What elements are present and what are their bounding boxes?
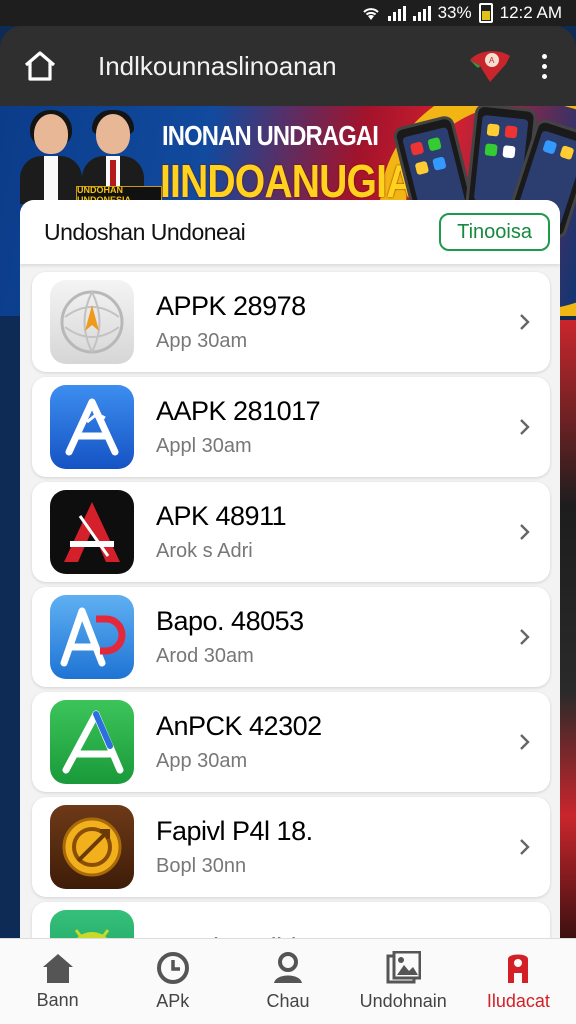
list-item[interactable]: Bapo. 48053 Arod 30am: [32, 587, 550, 687]
list-item[interactable]: APPK 28978 App 30am: [32, 272, 550, 372]
more-options-button[interactable]: [532, 46, 556, 86]
apk-name: Bapo. 48053: [156, 606, 304, 636]
nav-item-chat[interactable]: Chau: [230, 939, 345, 1024]
chevron-right-icon: [514, 416, 536, 438]
home-outline-icon: [24, 51, 56, 81]
nav-label: APk: [156, 991, 190, 1011]
apk-name: Fapivl P4l 18.: [156, 816, 313, 846]
list-item-text: AAPK 281017 Appl 30am: [156, 396, 514, 458]
person-figure: [20, 110, 82, 204]
list-item[interactable]: AnPCK 42302 App 30am: [32, 692, 550, 792]
status-bar: 33% 12:2 AM: [0, 0, 576, 26]
list-item-text: Fapivl P4l 18. Bopl 30nn: [156, 816, 514, 878]
nav-label: Bann: [36, 990, 79, 1010]
nav-label: Undohnain: [359, 991, 447, 1011]
status-time: 12:2 AM: [499, 3, 562, 22]
signal-icon-2: [412, 5, 431, 21]
app-bar: Indlkounnaslinoanan A: [0, 26, 576, 106]
svg-text:A: A: [489, 56, 495, 65]
nav-item-gallery[interactable]: Undohnain: [346, 939, 461, 1024]
banner-headline: INONAN UNDRAGAI: [162, 120, 379, 151]
app-logo[interactable]: A: [468, 44, 512, 88]
apk-panel: Undoshan Undoneai Tinooisa APPK 28978 Ap…: [20, 200, 560, 960]
apk-subtitle: Bopl 30nn: [156, 855, 247, 877]
chevron-right-icon: [514, 836, 536, 858]
list-item-text: AnPCK 42302 App 30am: [156, 711, 514, 773]
chevron-right-icon: [514, 521, 536, 543]
flag-icon: [508, 954, 529, 983]
apk-subtitle: Appl 30am: [156, 435, 252, 457]
dot-icon: [541, 63, 547, 69]
list-item[interactable]: AAPK 281017 Appl 30am: [32, 377, 550, 477]
wifi-icon: [362, 8, 379, 20]
list-item[interactable]: APK 48911 Arok s Adri: [32, 482, 550, 582]
home-icon: [42, 954, 73, 983]
person-icon: [274, 952, 302, 983]
panel-title: Undoshan Undoneai: [44, 218, 246, 245]
chevron-right-icon: [514, 731, 536, 753]
apk-name: AnPCK 42302: [156, 711, 322, 741]
chevron-right-icon: [514, 311, 536, 333]
list-item-text: APPK 28978 App 30am: [156, 291, 514, 353]
target-coin-icon: [50, 805, 134, 889]
dot-icon: [541, 53, 547, 59]
apk-subtitle: Arok s Adri: [156, 540, 253, 562]
brand-logo-icon: A: [470, 51, 510, 82]
banner-people-image: UNDOHAN UNDONESIA: [18, 110, 162, 205]
panel-header: Undoshan Undoneai Tinooisa: [20, 200, 560, 264]
app-store-a-icon: [50, 385, 134, 469]
home-button[interactable]: [20, 46, 60, 86]
nav-item-home[interactable]: Bann: [0, 939, 115, 1024]
background-decoration: [560, 320, 576, 940]
apk-subtitle: Arod 30am: [156, 645, 254, 667]
list-item-text: Bapo. 48053 Arod 30am: [156, 606, 514, 668]
apk-list: APPK 28978 App 30am AAPK 281017 Appl 30a…: [32, 272, 550, 960]
app-title: Indlkounnaslinoanan: [98, 50, 337, 81]
nav-item-apk[interactable]: APk: [115, 939, 230, 1024]
ad-letter-icon: [50, 595, 134, 679]
gallery-icon: [386, 951, 422, 984]
apk-name: APK 48911: [156, 501, 287, 531]
nav-label: Chau: [266, 991, 310, 1011]
chevron-right-icon: [514, 626, 536, 648]
nav-item-active[interactable]: Iludacat: [461, 939, 576, 1024]
green-a-icon: [50, 700, 134, 784]
list-item-text: APK 48911 Arok s Adri: [156, 501, 514, 563]
panel-action-button[interactable]: Tinooisa: [439, 213, 550, 251]
bottom-navigation: Bann APk Chau Undohnain Iludacat: [0, 938, 576, 1024]
apk-name: APPK 28978: [156, 291, 306, 321]
apk-name: AAPK 281017: [156, 396, 321, 426]
apk-subtitle: App 30am: [156, 750, 248, 772]
dot-icon: [541, 73, 547, 79]
clock-icon: [156, 952, 189, 984]
apk-subtitle: App 30am: [156, 330, 248, 352]
compass-icon: [50, 280, 134, 364]
battery-percent: 33%: [437, 3, 472, 22]
red-a-icon: [50, 490, 134, 574]
battery-icon: [478, 3, 493, 23]
list-item[interactable]: Fapivl P4l 18. Bopl 30nn: [32, 797, 550, 897]
nav-label: Iludacat: [486, 991, 550, 1011]
signal-icon: [387, 5, 406, 21]
